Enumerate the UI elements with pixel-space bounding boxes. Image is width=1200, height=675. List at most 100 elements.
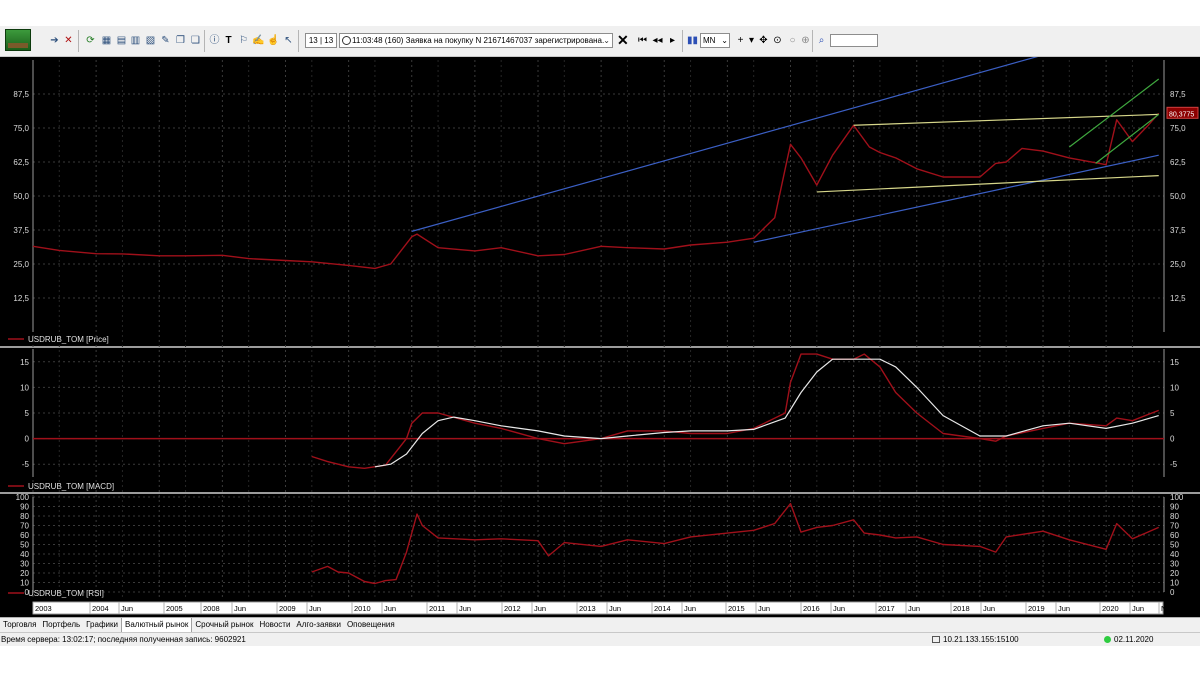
text-tool-icon[interactable]: T xyxy=(222,35,235,47)
y-tick-label-left: 12,5 xyxy=(13,294,29,303)
cursor-icon[interactable]: ↖ xyxy=(282,35,295,47)
legend-label: USDRUB_TOM [Price] xyxy=(28,335,109,344)
cancel-order-icon[interactable]: ✕ xyxy=(62,35,75,47)
info-icon[interactable]: ⓘ xyxy=(208,35,221,47)
x-tick-label: 2009 xyxy=(279,604,296,613)
message-text: 11:03:48 (160) Заявка на покупку N 21671… xyxy=(352,36,605,45)
prev-icon[interactable]: ◂◂ xyxy=(651,35,664,47)
next-icon[interactable]: ▸ xyxy=(666,35,679,47)
x-tick-label: 2010 xyxy=(354,604,371,613)
y-tick-label-left: 0 xyxy=(25,435,30,444)
date-status: 02.11.2020 xyxy=(1104,633,1153,646)
y-tick-label-right: 15 xyxy=(1170,358,1179,367)
signal-line[interactable] xyxy=(374,358,1159,468)
toolbar-separator xyxy=(812,30,813,52)
first-icon[interactable]: ⏮ xyxy=(636,35,649,47)
chart-area[interactable]: 12,5 12,5 25,0 25,0 37,5 37,5 50,0 50,0 62,5 62,5… xyxy=(0,57,1200,617)
message-dropdown[interactable]: 11:03:48 (160) Заявка на покупку N 21671… xyxy=(339,33,613,48)
x-tick-label: Jun xyxy=(309,604,321,613)
tab-4[interactable]: Срочный рынок xyxy=(192,618,256,632)
chart-icon[interactable]: ▧ xyxy=(144,35,157,47)
x-tick-label: 2008 xyxy=(203,604,220,613)
y-tick-label-right: 37,5 xyxy=(1170,226,1186,235)
y-tick-label-right: 75,0 xyxy=(1170,124,1186,133)
status-bar: Время сервера: 13:02:17; последняя получ… xyxy=(0,632,1200,646)
trend-line-channel-upper[interactable] xyxy=(1068,78,1160,148)
y-tick-label-right: 10 xyxy=(1170,383,1179,392)
x-tick-label: 2011 xyxy=(429,604,445,613)
move-icon[interactable]: ✥ xyxy=(757,35,770,47)
x-tick-label: Jun xyxy=(1132,604,1144,613)
y-tick-label-right: 87,5 xyxy=(1170,90,1186,99)
y-tick-label-right: 0 xyxy=(1170,435,1175,444)
y-tick-label-left: 100 xyxy=(16,493,30,502)
toolbar-separator xyxy=(298,30,299,52)
timeframe-select[interactable]: MN ⌄ xyxy=(700,33,730,48)
y-tick-label-right: 80 xyxy=(1170,512,1179,521)
y-tick-label-right: 30 xyxy=(1170,560,1179,569)
copy-icon[interactable]: ❐ xyxy=(174,35,187,47)
y-tick-label-right: 40 xyxy=(1170,550,1179,559)
trend-line-support[interactable] xyxy=(816,175,1159,193)
tab-6[interactable]: Алго-заявки xyxy=(293,618,344,632)
edit-icon[interactable]: ✎ xyxy=(159,35,172,47)
zoom-icon[interactable]: ⊕ xyxy=(799,35,812,47)
table-icon[interactable]: ▥ xyxy=(129,35,142,47)
x-tick-label: 2018 xyxy=(953,604,970,613)
tab-3[interactable]: Валютный рынок xyxy=(120,618,193,632)
table-icon[interactable]: ▦ xyxy=(100,35,113,47)
server-time-status: Время сервера: 13:02:17; последняя получ… xyxy=(1,635,246,644)
candles-icon[interactable]: ▮▮ xyxy=(686,35,699,47)
y-tick-label-right: -5 xyxy=(1170,460,1178,469)
chart-canvas[interactable]: 12,5 12,5 25,0 25,0 37,5 37,5 50,0 50,0 62,5 62,5… xyxy=(0,57,1200,617)
logo-icon[interactable] xyxy=(5,29,31,51)
circle-icon[interactable]: ○ xyxy=(786,35,799,47)
tab-7[interactable]: Оповещения xyxy=(344,618,398,632)
x-tick-label: Jun xyxy=(833,604,845,613)
copy-icon[interactable]: ❏ xyxy=(189,35,202,47)
price-line[interactable] xyxy=(32,112,1160,270)
draw-tool-icon[interactable]: ☝ xyxy=(267,35,280,47)
search-input[interactable] xyxy=(830,34,878,47)
y-tick-label-left: 90 xyxy=(20,503,29,512)
x-tick-label: Jun xyxy=(609,604,621,613)
y-tick-label-right: 25,0 xyxy=(1170,260,1186,269)
trend-line-lower[interactable] xyxy=(753,154,1159,243)
draw-tool-icon[interactable]: ⚐ xyxy=(237,35,250,47)
y-tick-label-left: 15 xyxy=(20,358,29,367)
y-tick-label-right: 50,0 xyxy=(1170,192,1186,201)
tab-0[interactable]: Торговля xyxy=(0,618,39,632)
connected-indicator-icon xyxy=(1104,636,1111,643)
y-tick-label-left: -5 xyxy=(22,460,30,469)
tab-5[interactable]: Новости xyxy=(256,618,293,632)
y-tick-label-right: 100 xyxy=(1170,493,1184,502)
arrow-right-icon[interactable]: ➔ xyxy=(48,35,61,47)
table-icon[interactable]: ▤ xyxy=(115,35,128,47)
y-tick-label-right: 5 xyxy=(1170,409,1175,418)
connection-address: 10.21.133.155:15100 xyxy=(943,635,1019,644)
search-icon[interactable]: ⌕ xyxy=(815,35,828,47)
x-tick-label: Jun xyxy=(758,604,770,613)
y-tick-label-right: 20 xyxy=(1170,569,1179,578)
macd-line[interactable] xyxy=(311,353,1159,469)
y-tick-label-right: 90 xyxy=(1170,503,1179,512)
y-tick-label-right: 62,5 xyxy=(1170,158,1186,167)
tab-1[interactable]: Портфель xyxy=(39,618,83,632)
chevron-down-icon[interactable]: ⌄ xyxy=(721,34,728,47)
trend-line-upper[interactable] xyxy=(411,57,1064,232)
y-tick-label-left: 20 xyxy=(20,569,29,578)
draw-tool-icon[interactable]: ✍ xyxy=(252,35,265,47)
y-tick-label-right: 10 xyxy=(1170,579,1179,588)
close-icon[interactable]: ✕ xyxy=(617,33,629,48)
refresh-icon[interactable]: ⟳ xyxy=(84,35,97,47)
x-tick-label: 2013 xyxy=(579,604,596,613)
x-tick-label: Nov xyxy=(1161,604,1175,613)
x-tick-label: Jun xyxy=(384,604,396,613)
chevron-down-icon[interactable]: ⌄ xyxy=(603,34,610,47)
trend-line-channel-lower[interactable] xyxy=(1095,113,1160,164)
x-tick-label: 2016 xyxy=(803,604,820,613)
target-icon[interactable]: ⊙ xyxy=(771,35,784,47)
tab-2[interactable]: Графики xyxy=(83,618,121,632)
y-tick-label-left: 87,5 xyxy=(13,90,29,99)
date-text: 02.11.2020 xyxy=(1114,635,1154,644)
